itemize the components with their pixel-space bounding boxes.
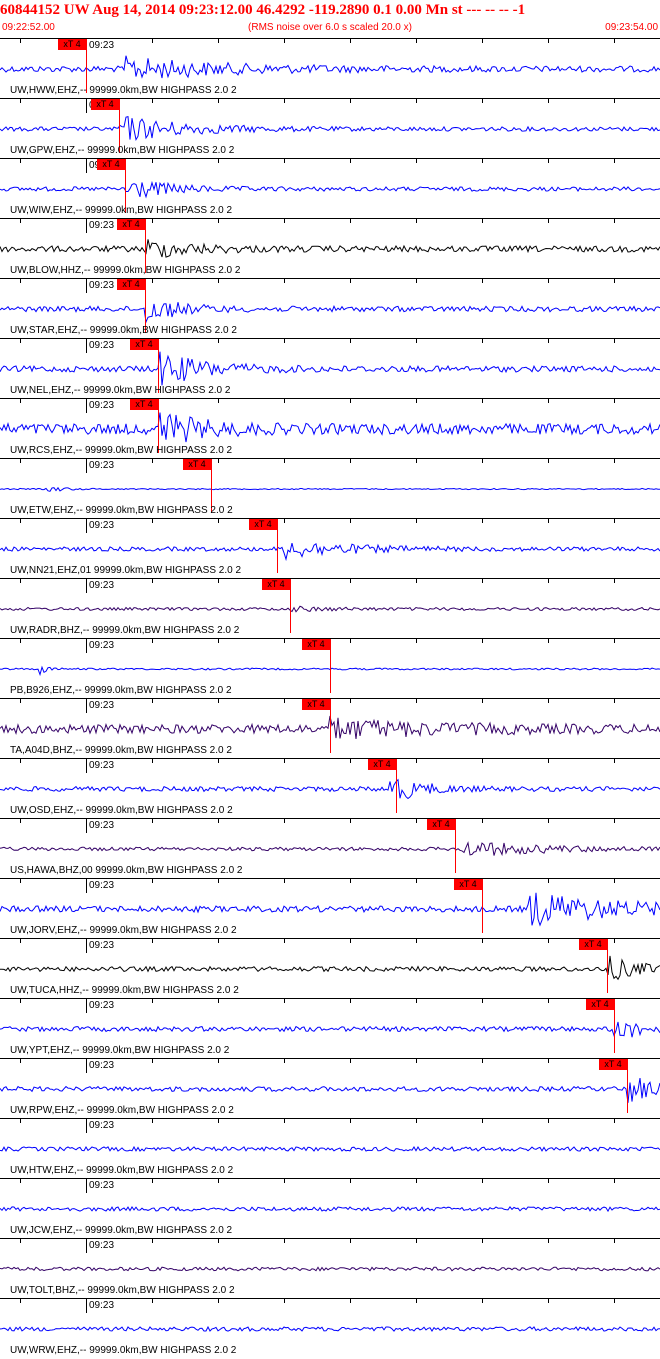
waveform-path bbox=[0, 1325, 660, 1332]
pick-badge: xT 4 bbox=[302, 639, 330, 650]
trace-row: 09:23 UW,HTW,EHZ,-- 99999.0km,BW HIGHPASS… bbox=[0, 1118, 660, 1179]
pick-badge: xT 4 bbox=[454, 879, 482, 890]
pick-badge: xT 4 bbox=[117, 219, 145, 230]
seismogram-panel: 09:23 xT 4 UW,HWW,EHZ,-- 99999.0km,BW HIGH… bbox=[0, 38, 660, 1358]
channel-label: PB,B926,EHZ,-- 99999.0km,BW HIGHPASS 2.0… bbox=[10, 685, 232, 696]
waveform-path bbox=[0, 239, 660, 258]
trace-row: 09:23xT 4UW,WIW,EHZ,-- 99999.0km,BW HIGH… bbox=[0, 158, 660, 219]
pick-line bbox=[396, 759, 397, 813]
waveform-path bbox=[0, 115, 660, 141]
trace-row: 09:23 xT 4 UW,ETW,EHZ,-- 99999.0km,BW HIGH… bbox=[0, 458, 660, 519]
channel-label: UW,OSD,EHZ,-- 99999.0km,BW HIGHPASS 2.0 … bbox=[10, 805, 233, 816]
pick-badge: xT 4 bbox=[117, 279, 145, 290]
pick-badge: xT 4 bbox=[183, 459, 211, 470]
channel-label: UW,WRW,EHZ,-- 99999.0km,BW HIGHPASS 2.0 … bbox=[10, 1345, 237, 1356]
pick-badge: xT 4 bbox=[97, 159, 125, 170]
trace-row: 09:23 xT 4 UW,HWW,EHZ,-- 99999.0km,BW HIGH… bbox=[0, 38, 660, 99]
channel-label: TA,A04D,BHZ,-- 99999.0km,BW HIGHPASS 2.0… bbox=[10, 745, 232, 756]
trace-row: 09:23 xT 4 UW,JORV,EHZ,-- 99999.0km,BW HIG… bbox=[0, 878, 660, 939]
waveform-path bbox=[0, 1078, 660, 1103]
pick-badge: xT 4 bbox=[427, 819, 455, 830]
trace-row: 09:23 xT 4 PB,B926,EHZ,-- 99999.0km,BW HIG… bbox=[0, 638, 660, 699]
trace-row: 09:23 xT 4 UW,OSD,EHZ,-- 99999.0km,BW HIGH… bbox=[0, 758, 660, 819]
waveform-path bbox=[0, 1021, 660, 1038]
channel-label: UW,RADR,BHZ,-- 99999.0km,BW HIGHPASS 2.0… bbox=[10, 625, 240, 636]
waveform-path bbox=[0, 486, 660, 492]
trace-row: 09:23 xT 4 UW,NEL,EHZ,-- 99999.0km,BW HIGH… bbox=[0, 338, 660, 399]
channel-label: UW,JCW,EHZ,-- 99999.0km,BW HIGHPASS 2.0 … bbox=[10, 1225, 233, 1236]
waveform-path bbox=[0, 302, 660, 324]
channel-label: UW,RPW,EHZ,-- 99999.0km,BW HIGHPASS 2.0 … bbox=[10, 1105, 234, 1116]
channel-label: UW,BLOW,HHZ,-- 99999.0km,BW HIGHPASS 2.0… bbox=[10, 265, 241, 276]
channel-label: US,HAWA,BHZ,00 99999.0km,BW HIGHPASS 2.0… bbox=[10, 865, 243, 876]
pick-badge: xT 4 bbox=[91, 99, 119, 110]
start-time: 09:22:52.00 bbox=[2, 22, 55, 33]
pick-line bbox=[330, 639, 331, 693]
pick-badge: xT 4 bbox=[130, 399, 158, 410]
waveform-path bbox=[0, 955, 660, 981]
channel-label: UW,RCS,EHZ,-- 99999.0km,BW HIGHPASS 2.0 … bbox=[10, 445, 233, 456]
waveform-path bbox=[0, 542, 660, 562]
pick-badge: xT 4 bbox=[368, 759, 396, 770]
pick-badge: xT 4 bbox=[599, 1059, 627, 1070]
trace-row: 09:23 xT 4 TA,A04D,BHZ,-- 99999.0km,BW HIG… bbox=[0, 698, 660, 759]
trace-row: 09:23 xT 4 UW,NN21,EHZ,01 99999.0km,BW HIG… bbox=[0, 518, 660, 579]
waveform-path bbox=[0, 1145, 660, 1152]
channel-label: UW,GPW,EHZ,-- 99999.0km,BW HIGHPASS 2.0 … bbox=[10, 145, 235, 156]
trace-row: 09:23 UW,WRW,EHZ,-- 99999.0km,BW HIGHPASS… bbox=[0, 1298, 660, 1359]
waveform-path bbox=[0, 778, 660, 800]
trace-row: 09:23 xT 4 UW,RADR,BHZ,-- 99999.0km,BW HIG… bbox=[0, 578, 660, 639]
pick-line bbox=[607, 939, 608, 993]
trace-row: 09:23 xT 4 UW,RPW,EHZ,-- 99999.0km,BW HIGH… bbox=[0, 1058, 660, 1119]
pick-badge: xT 4 bbox=[58, 39, 86, 50]
channel-label: UW,NN21,EHZ,01 99999.0km,BW HIGHPASS 2.0… bbox=[10, 565, 242, 576]
pick-line bbox=[482, 879, 483, 933]
trace-row: 09:23 xT 4 US,HAWA,BHZ,00 99999.0km,BW HIG… bbox=[0, 818, 660, 879]
pick-badge: xT 4 bbox=[249, 519, 277, 530]
waveform-path bbox=[0, 351, 660, 386]
waveform-path bbox=[0, 55, 660, 79]
pick-line bbox=[614, 999, 615, 1053]
waveform-path bbox=[0, 1206, 660, 1213]
channel-label: UW,TUCA,HHZ,-- 99999.0km,BW HIGHPASS 2.0… bbox=[10, 985, 239, 996]
pick-line bbox=[290, 579, 291, 633]
pick-badge: xT 4 bbox=[579, 939, 607, 950]
trace-row: 09:23 UW,JCW,EHZ,-- 99999.0km,BW HIGHPASS… bbox=[0, 1178, 660, 1239]
channel-label: UW,HTW,EHZ,-- 99999.0km,BW HIGHPASS 2.0 … bbox=[10, 1165, 234, 1176]
waveform-path bbox=[0, 1266, 660, 1272]
trace-row: 09:23 xT 4 UW,TUCA,HHZ,-- 99999.0km,BW HIG… bbox=[0, 938, 660, 999]
channel-label: UW,NEL,EHZ,-- 99999.0km,BW HIGHPASS 2.0 … bbox=[10, 385, 231, 396]
pick-line bbox=[455, 819, 456, 873]
channel-label: UW,STAR,EHZ,-- 99999.0km,BW HIGHPASS 2.0… bbox=[10, 325, 237, 336]
pick-badge: xT 4 bbox=[130, 339, 158, 350]
channel-label: UW,WIW,EHZ,-- 99999.0km,BW HIGHPASS 2.0 … bbox=[10, 205, 233, 216]
pick-line bbox=[330, 699, 331, 753]
header: 60844152 UW Aug 14, 2014 09:23:12.00 46.… bbox=[0, 0, 660, 36]
waveform-path bbox=[0, 841, 660, 857]
trace-row: 09:23 UW,TOLT,BHZ,-- 99999.0km,BW HIGHPAS… bbox=[0, 1238, 660, 1299]
end-time: 09:23:54.00 bbox=[605, 22, 658, 33]
waveform-path bbox=[0, 412, 660, 443]
pick-badge: xT 4 bbox=[302, 699, 330, 710]
waveform-path bbox=[0, 605, 660, 613]
time-bar: (RMS noise over 6.0 s scaled 20.0 x) 09:… bbox=[0, 20, 660, 36]
channel-label: UW,ETW,EHZ,-- 99999.0km,BW HIGHPASS 2.0 … bbox=[10, 505, 233, 516]
pick-line bbox=[627, 1059, 628, 1113]
pick-line bbox=[277, 519, 278, 573]
channel-label: UW,TOLT,BHZ,-- 99999.0km,BW HIGHPASS 2.0… bbox=[10, 1285, 235, 1296]
pick-badge: xT 4 bbox=[262, 579, 290, 590]
channel-label: UW,HWW,EHZ,-- 99999.0km,BW HIGHPASS 2.0 … bbox=[10, 85, 237, 96]
trace-row: 09:23 xT 4 UW,RCS,EHZ,-- 99999.0km,BW HIGH… bbox=[0, 398, 660, 459]
trace-row: 09:23 xT 4 UW,STAR,EHZ,-- 99999.0km,BW HIG… bbox=[0, 278, 660, 339]
channel-label: UW,JORV,EHZ,-- 99999.0km,BW HIGHPASS 2.0… bbox=[10, 925, 237, 936]
waveform-path bbox=[0, 892, 660, 927]
waveform-path bbox=[0, 180, 660, 199]
noise-note: (RMS noise over 6.0 s scaled 20.0 x) bbox=[248, 22, 412, 33]
trace-row: 09:23 xT 4 UW,YPT,EHZ,-- 99999.0km,BW HIGH… bbox=[0, 998, 660, 1059]
trace-row: 09:23 xT 4 UW,BLOW,HHZ,-- 99999.0km,BW HIG… bbox=[0, 218, 660, 279]
pick-badge: xT 4 bbox=[586, 999, 614, 1010]
trace-row: 09:23xT 4UW,GPW,EHZ,-- 99999.0km,BW HIGH… bbox=[0, 98, 660, 159]
channel-label: UW,YPT,EHZ,-- 99999.0km,BW HIGHPASS 2.0 … bbox=[10, 1045, 230, 1056]
event-title: 60844152 UW Aug 14, 2014 09:23:12.00 46.… bbox=[0, 2, 526, 18]
